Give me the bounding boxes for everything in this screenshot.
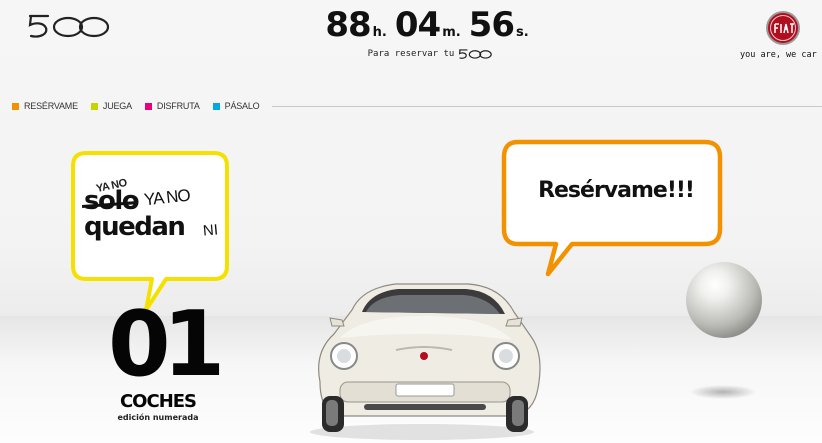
cars-remaining-number: 01	[108, 292, 225, 397]
fiat-tagline: you are, we car	[740, 50, 817, 60]
countdown-minutes-unit: m.	[442, 25, 461, 40]
nav-item-disfruta[interactable]: DISFRUTA	[144, 101, 200, 111]
word-quedan: quedan	[84, 212, 186, 242]
countdown-minutes: 04	[394, 5, 441, 45]
fiat-badge-icon[interactable]	[765, 10, 801, 46]
reserve-cta[interactable]: Resérvame!!!	[527, 178, 705, 203]
sphere-shadow	[690, 385, 756, 399]
nav-item-pasalo[interactable]: PÁSALO	[212, 101, 260, 111]
nav-label: JUEGA	[102, 101, 132, 111]
magenta-square-icon	[144, 102, 152, 110]
handwritten-ni: NI	[202, 221, 219, 240]
nav-item-juega[interactable]: JUEGA	[90, 101, 132, 111]
countdown-caption: Para reservar tu	[330, 48, 530, 60]
cars-remaining-sublabel: edición numerada	[117, 413, 199, 422]
main-nav: RESÉRVAME JUEGA DISFRUTA PÁSALO	[12, 101, 822, 111]
cyan-square-icon	[212, 102, 220, 110]
page: 88 h. 04 m. 56 s. Para reservar tu you a…	[0, 0, 822, 443]
countdown-seconds-unit: s.	[516, 25, 529, 40]
mini-500-logo-icon	[459, 49, 493, 59]
countdown-caption-text: Para reservar tu	[367, 49, 455, 59]
nav-divider	[272, 106, 822, 107]
nav-item-reservame[interactable]: RESÉRVAME	[12, 101, 78, 111]
reservation-countdown: 88 h. 04 m. 56 s. Para reservar tu	[325, 5, 530, 68]
lime-square-icon	[90, 102, 98, 110]
orange-square-icon	[12, 102, 19, 110]
nav-label: DISFRUTA	[156, 101, 200, 111]
nav-label: RESÉRVAME	[24, 101, 78, 111]
fiat-500-car-image[interactable]	[300, 264, 550, 442]
chrome-sphere-icon[interactable]	[686, 262, 762, 338]
cars-remaining-label: COCHES	[119, 391, 197, 412]
countdown-hours: 88	[325, 5, 371, 45]
countdown-hours-unit: h.	[372, 25, 387, 40]
speech-bubble-right	[501, 139, 723, 277]
nav-label: PÁSALO	[224, 101, 260, 111]
fiat-500-logo-icon[interactable]	[26, 12, 110, 40]
countdown-seconds: 56	[468, 5, 515, 45]
